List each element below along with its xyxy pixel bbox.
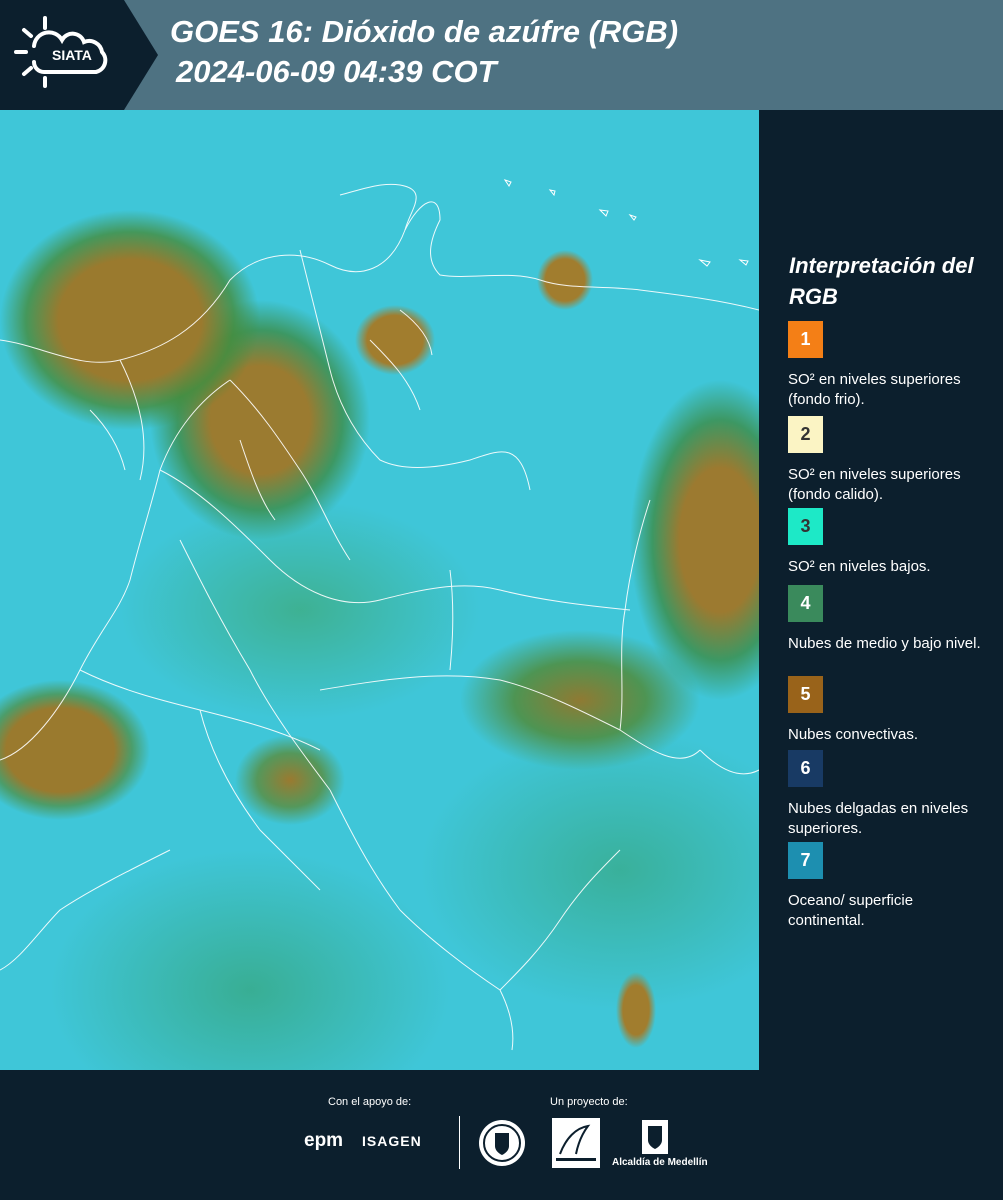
legend-description-4: Nubes de medio y bajo nivel. bbox=[788, 635, 981, 652]
legend-item-5: 5 Nubes convectivas. bbox=[788, 676, 988, 745]
legend-description-1: SO² en niveles superiores (fondo frio). bbox=[788, 371, 961, 408]
timestamp-subtitle: 2024-06-09 04:39 COT bbox=[176, 54, 497, 89]
legend-swatch-1: 1 bbox=[788, 321, 823, 358]
epm-logo: epm bbox=[304, 1130, 344, 1151]
siata-logo: SIATA bbox=[0, 0, 158, 110]
legend-item-1: 1 SO² en niveles superiores (fondo frio)… bbox=[788, 321, 988, 410]
satellite-map-image bbox=[0, 110, 759, 1070]
legend-description-5: Nubes convectivas. bbox=[788, 726, 919, 743]
legend-swatch-2: 2 bbox=[788, 416, 823, 453]
legend-item-3: 3 SO² en niveles bajos. bbox=[788, 508, 988, 577]
isagen-logo: ISAGEN bbox=[362, 1133, 422, 1149]
legend-description-7: Oceano/ superficie continental. bbox=[788, 892, 914, 929]
legend-description-6: Nubes delgadas en niveles superiores. bbox=[788, 800, 969, 837]
legend-swatch-4: 4 bbox=[788, 585, 823, 622]
legend-item-6: 6 Nubes delgadas en niveles superiores. bbox=[788, 750, 988, 839]
svg-text:SIATA: SIATA bbox=[52, 47, 92, 63]
map-borders-overlay bbox=[0, 179, 759, 1051]
legend-swatch-5: 5 bbox=[788, 676, 823, 713]
alcaldia-emblem-icon bbox=[642, 1120, 668, 1154]
legend-item-4: 4 Nubes de medio y bajo nivel. bbox=[788, 585, 988, 654]
footer: Con el apoyo de: Un proyecto de: epm ISA… bbox=[0, 1070, 1003, 1200]
legend-description-2: SO² en niveles superiores (fondo calido)… bbox=[788, 466, 961, 503]
page-title: GOES 16: Dióxido de azúfre (RGB) bbox=[170, 14, 679, 49]
legend-swatch-6: 6 bbox=[788, 750, 823, 787]
area-metropolitana-icon bbox=[556, 1124, 596, 1161]
legend-swatch-3: 3 bbox=[788, 508, 823, 545]
legend-panel: Interpretación del RGB 1 SO² en niveles … bbox=[759, 110, 1003, 1070]
support-label: Con el apoyo de: bbox=[328, 1096, 412, 1108]
legend-item-2: 2 SO² en niveles superiores (fondo calid… bbox=[788, 416, 988, 505]
legend-title: Interpretación del RGB bbox=[789, 253, 974, 309]
project-label: Un proyecto de: bbox=[550, 1096, 628, 1108]
legend-item-7: 7 Oceano/ superficie continental. bbox=[788, 842, 988, 931]
legend-description-3: SO² en niveles bajos. bbox=[788, 558, 931, 575]
medellin-seal-icon bbox=[479, 1120, 525, 1166]
area-metropolitana-logo bbox=[552, 1118, 600, 1168]
legend-swatch-7: 7 bbox=[788, 842, 823, 879]
header-bar: SIATA GOES 16: Dióxido de azúfre (RGB) 2… bbox=[0, 0, 1003, 110]
alcaldia-label: Alcaldía de Medellín bbox=[612, 1157, 708, 1168]
footer-divider bbox=[459, 1116, 460, 1169]
